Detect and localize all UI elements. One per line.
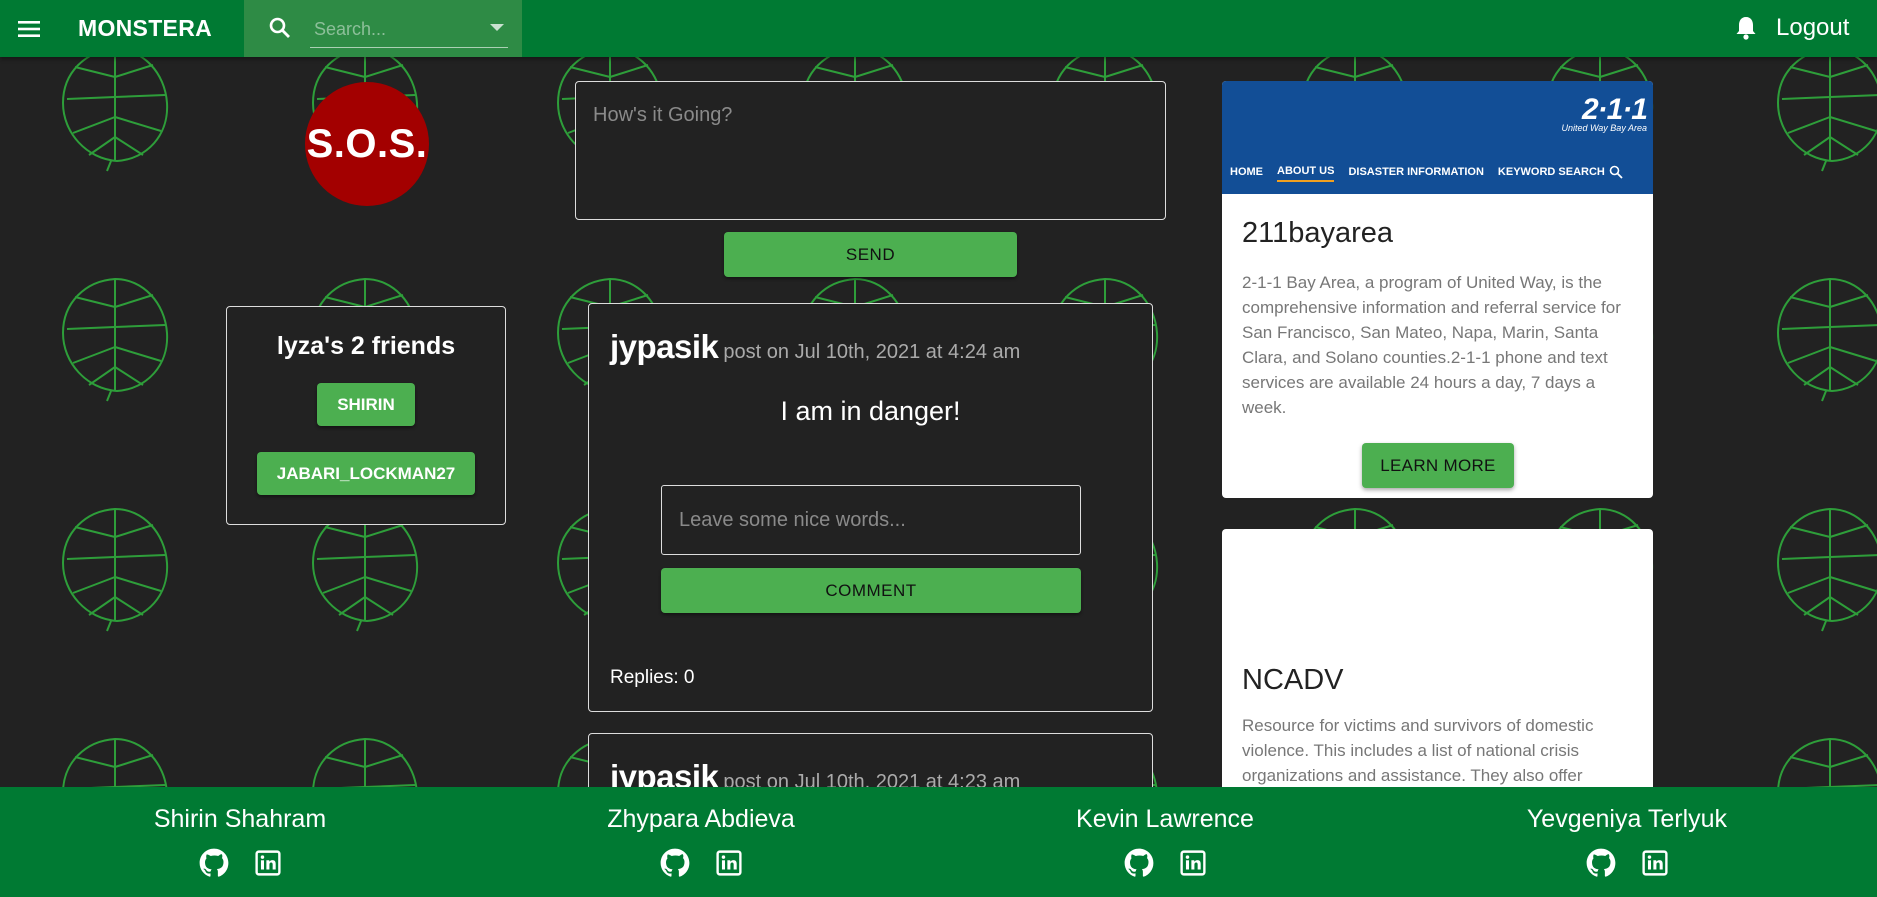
- friend-button-shirin[interactable]: SHIRIN: [317, 383, 415, 426]
- leaf-pattern-icon: [45, 727, 185, 787]
- linkedin-icon[interactable]: [716, 850, 742, 881]
- sos-button[interactable]: S.O.S.: [305, 82, 429, 206]
- banner-nav-home: HOME: [1230, 165, 1263, 178]
- team-member: Kevin Lawrence: [1015, 787, 1315, 883]
- leaf-pattern-icon: [1760, 497, 1877, 637]
- leaf-pattern-icon: [45, 57, 185, 177]
- github-icon[interactable]: [1586, 848, 1616, 883]
- github-icon[interactable]: [660, 848, 690, 883]
- learn-more-button[interactable]: LEARN MORE: [1362, 443, 1514, 488]
- banner-nav-about: ABOUT US: [1277, 165, 1335, 182]
- resource-title: 211bayarea: [1242, 217, 1394, 249]
- team-member: Zhypara Abdieva: [551, 787, 851, 883]
- post-header: jypasik post on Jul 10th, 2021 at 4:24 a…: [610, 328, 1020, 366]
- banner-nav-disaster: DISASTER INFORMATION: [1348, 165, 1484, 178]
- post-card: jypasik post on Jul 10th, 2021 at 4:24 a…: [588, 303, 1153, 712]
- replies-count[interactable]: Replies: 0: [610, 667, 695, 689]
- status-input[interactable]: [576, 82, 1165, 219]
- post-timestamp: post on Jul 10th, 2021 at 4:24 am: [723, 341, 1021, 363]
- linkedin-icon[interactable]: [255, 850, 281, 881]
- search-input[interactable]: [310, 12, 508, 48]
- post-body: I am in danger!: [780, 396, 961, 426]
- member-name: Zhypara Abdieva: [607, 805, 795, 833]
- post-username[interactable]: jypasik: [610, 328, 719, 366]
- github-icon[interactable]: [1124, 848, 1154, 883]
- 211-logo: 2·1·1 United Way Bay Area: [1561, 93, 1648, 133]
- footer: Shirin Shahram Zhypara Abdieva Kevin Law…: [0, 787, 1877, 897]
- comment-button[interactable]: COMMENT: [661, 568, 1081, 613]
- send-button[interactable]: SEND: [724, 232, 1017, 277]
- member-name: Shirin Shahram: [153, 805, 327, 833]
- search-bar: [244, 0, 522, 57]
- member-name: Yevgeniya Terlyuk: [1526, 805, 1728, 833]
- status-composer: [575, 81, 1166, 220]
- resource-description: 2-1-1 Bay Area, a program of United Way,…: [1242, 273, 1621, 417]
- resource-title: NCADV: [1242, 664, 1344, 696]
- menu-icon: [18, 20, 40, 37]
- resource-banner-image: 2·1·1 United Way Bay Area HOME ABOUT US …: [1222, 81, 1653, 194]
- team-member: Yevgeniya Terlyuk: [1477, 787, 1777, 883]
- logout-button[interactable]: Logout: [1776, 14, 1849, 42]
- comment-input[interactable]: [661, 485, 1081, 555]
- bell-icon[interactable]: [1734, 15, 1758, 41]
- leaf-pattern-icon: [1760, 57, 1877, 177]
- banner-nav: HOME ABOUT US DISASTER INFORMATION KEYWO…: [1230, 161, 1623, 182]
- linkedin-icon[interactable]: [1642, 850, 1668, 881]
- brand-logo[interactable]: MONSTERA: [78, 15, 212, 42]
- leaf-pattern-icon: [1760, 727, 1877, 787]
- resource-description: Resource for victims and survivors of do…: [1242, 716, 1594, 785]
- github-icon[interactable]: [199, 848, 229, 883]
- chevron-down-icon[interactable]: [490, 24, 504, 32]
- leaf-pattern-icon: [295, 727, 435, 787]
- team-member: Shirin Shahram: [90, 787, 390, 883]
- leaf-pattern-icon: [45, 497, 185, 637]
- linkedin-icon[interactable]: [1180, 850, 1206, 881]
- resource-card: NCADV Resource for victims and survivors…: [1222, 529, 1653, 809]
- menu-button[interactable]: [0, 0, 58, 57]
- banner-nav-keyword: KEYWORD SEARCH: [1497, 165, 1605, 178]
- resource-card: 2·1·1 United Way Bay Area HOME ABOUT US …: [1222, 81, 1653, 498]
- leaf-pattern-icon: [45, 267, 185, 407]
- search-icon: [1609, 165, 1623, 179]
- member-name: Kevin Lawrence: [1076, 805, 1254, 833]
- top-app-bar: MONSTERA Logout: [0, 0, 1877, 57]
- friends-title: lyza's 2 friends: [276, 332, 456, 360]
- friend-button-jabari[interactable]: JABARI_LOCKMAN27: [256, 452, 476, 495]
- friends-card: lyza's 2 friends SHIRIN JABARI_LOCKMAN27: [226, 306, 506, 525]
- search-icon: [269, 17, 290, 38]
- leaf-pattern-icon: [1760, 267, 1877, 407]
